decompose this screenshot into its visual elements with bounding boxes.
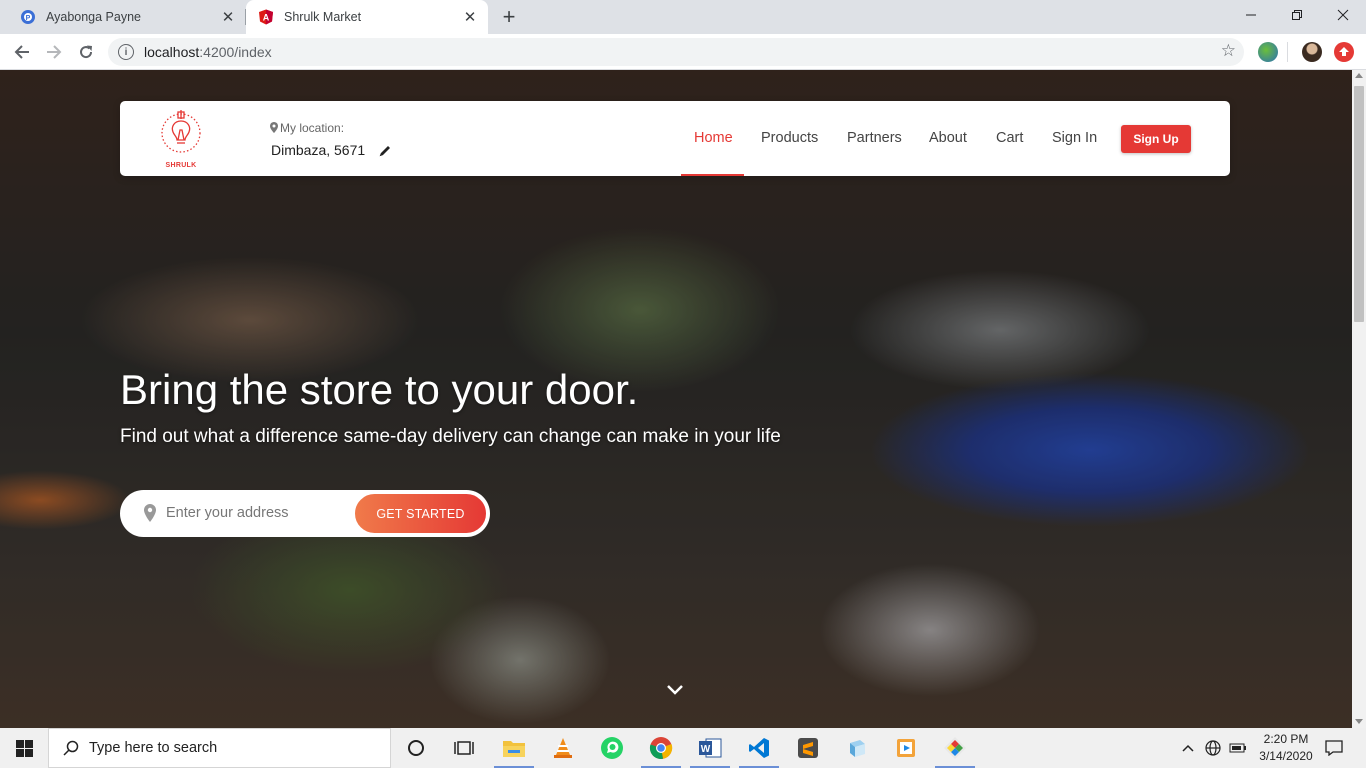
close-tab-icon[interactable]: ✕	[460, 7, 480, 27]
map-pin-icon	[144, 504, 156, 522]
windows-start-icon[interactable]	[0, 728, 48, 768]
close-window-icon[interactable]	[1320, 0, 1366, 30]
hero-subtitle: Find out what a difference same-day deli…	[120, 426, 781, 447]
media-player-icon[interactable]	[882, 728, 930, 768]
app-cube-icon[interactable]	[833, 728, 881, 768]
cortana-icon[interactable]	[392, 728, 440, 768]
logo-text: SHRULK	[165, 162, 197, 169]
browser-tab-bar: P Ayabonga Payne ✕ A Shrulk Market ✕ +	[0, 0, 1366, 34]
hero-background-image: SHRULK My location: Dimbaza, 5671 Home P…	[0, 70, 1352, 728]
scrollbar-thumb[interactable]	[1354, 86, 1364, 322]
clock-date: 3/14/2020	[1259, 749, 1313, 763]
nav-partners[interactable]: Partners	[847, 130, 902, 146]
p-circle-icon: P	[20, 9, 36, 25]
whatsapp-icon[interactable]	[588, 728, 636, 768]
profile-avatar[interactable]	[1302, 42, 1322, 62]
site-header: SHRULK My location: Dimbaza, 5671 Home P…	[120, 101, 1230, 176]
browser-toolbar: i localhost:4200/index ☆	[0, 34, 1366, 70]
scroll-up-arrow-icon[interactable]	[1355, 73, 1363, 78]
new-tab-button[interactable]: +	[497, 4, 521, 29]
svg-text:P: P	[26, 15, 31, 22]
battery-icon[interactable]	[1226, 728, 1250, 768]
tab-title: Shrulk Market	[284, 10, 362, 24]
sublime-text-icon[interactable]	[784, 728, 832, 768]
browser-tab-ayabonga[interactable]: P Ayabonga Payne ✕	[8, 0, 246, 34]
app-diamond-icon[interactable]	[931, 728, 979, 768]
get-started-button[interactable]: GET STARTED	[353, 492, 488, 535]
windows-taskbar: Type here to search W 2:20 PM 3/14/2020	[0, 728, 1366, 768]
extension-globe-icon[interactable]	[1258, 42, 1278, 62]
address-search-form: GET STARTED	[120, 490, 490, 537]
scroll-down-arrow-icon[interactable]	[1355, 719, 1363, 724]
vlc-icon[interactable]	[539, 728, 587, 768]
nav-sign-in[interactable]: Sign In	[1052, 130, 1097, 146]
page-scrollbar[interactable]	[1352, 70, 1366, 728]
tab-title: Ayabonga Payne	[46, 10, 141, 24]
chrome-icon[interactable]	[637, 728, 685, 768]
address-bar[interactable]: i localhost:4200/index ☆	[108, 38, 1244, 66]
svg-text:W: W	[701, 744, 711, 755]
reload-icon[interactable]	[72, 38, 100, 66]
location-value: Dimbaza, 5671	[271, 142, 366, 158]
sign-up-button[interactable]: Sign Up	[1121, 125, 1191, 153]
taskbar-search-box[interactable]: Type here to search	[48, 728, 391, 768]
active-nav-underline	[681, 174, 744, 176]
address-input[interactable]	[166, 500, 346, 526]
nav-cart[interactable]: Cart	[996, 130, 1023, 146]
toolbar-divider	[1287, 42, 1288, 62]
task-view-icon[interactable]	[440, 728, 488, 768]
back-arrow-icon[interactable]	[8, 38, 36, 66]
chevron-up-icon[interactable]	[1178, 728, 1198, 768]
nav-about[interactable]: About	[929, 130, 967, 146]
clock-time: 2:20 PM	[1263, 732, 1309, 746]
vscode-icon[interactable]	[735, 728, 783, 768]
network-globe-icon[interactable]	[1202, 728, 1224, 768]
location-label: My location:	[270, 121, 344, 135]
bookmark-star-icon[interactable]: ☆	[1221, 41, 1236, 61]
notification-icon[interactable]	[1320, 728, 1348, 768]
minimize-icon[interactable]	[1228, 0, 1274, 30]
search-icon	[63, 740, 79, 756]
info-icon[interactable]: i	[118, 44, 134, 60]
shrulk-logo[interactable]: SHRULK	[156, 107, 206, 169]
nav-home[interactable]: Home	[694, 130, 733, 146]
forward-arrow-icon[interactable]	[40, 38, 68, 66]
word-icon[interactable]: W	[686, 728, 734, 768]
close-tab-icon[interactable]: ✕	[218, 7, 238, 27]
hero-title: Bring the store to your door.	[120, 366, 639, 413]
pencil-edit-icon[interactable]	[378, 144, 392, 158]
map-pin-icon	[270, 122, 278, 133]
file-explorer-icon[interactable]	[490, 728, 538, 768]
chevron-down-icon[interactable]	[664, 682, 686, 698]
url-text: localhost:4200/index	[144, 44, 272, 60]
restore-icon[interactable]	[1274, 0, 1320, 30]
nav-products[interactable]: Products	[761, 130, 818, 146]
angular-icon: A	[258, 9, 274, 25]
system-clock[interactable]: 2:20 PM 3/14/2020	[1255, 731, 1317, 765]
update-icon[interactable]	[1334, 42, 1354, 62]
taskbar-search-placeholder: Type here to search	[89, 740, 218, 756]
svg-text:A: A	[263, 13, 270, 23]
browser-tab-shrulk[interactable]: A Shrulk Market ✕	[246, 0, 488, 34]
